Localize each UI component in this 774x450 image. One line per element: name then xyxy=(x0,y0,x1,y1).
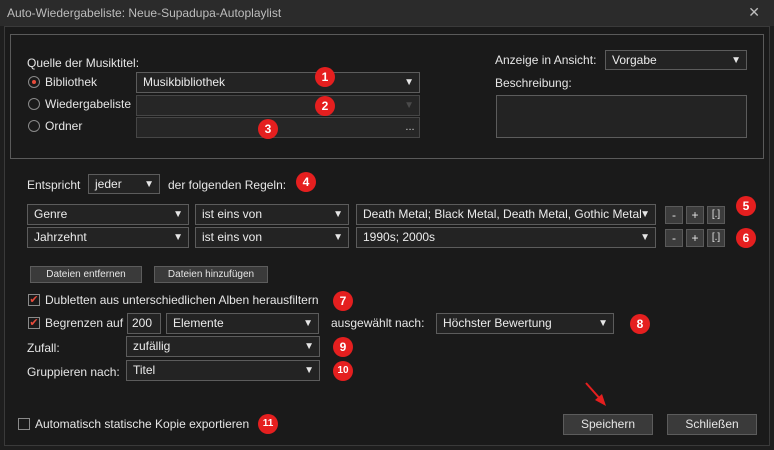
rule-operator-select[interactable]: ist eins von ▼ xyxy=(195,204,349,225)
remove-files-button[interactable]: Dateien entfernen xyxy=(30,266,142,283)
group-by-select[interactable]: Titel ▼ xyxy=(126,360,320,381)
chevron-down-icon: ▼ xyxy=(304,341,314,352)
limit-count-value: 200 xyxy=(132,316,153,330)
library-select[interactable]: Musikbibliothek ▼ xyxy=(136,72,420,93)
remove-rule-button[interactable]: - xyxy=(665,206,683,224)
description-textarea[interactable] xyxy=(496,95,747,138)
radio-playlist-label: Wiedergabeliste xyxy=(45,97,132,111)
radio-library[interactable] xyxy=(28,76,40,88)
annotation-arrow-icon xyxy=(585,382,606,406)
match-prefix: Entspricht xyxy=(27,178,81,192)
random-label: Zufall: xyxy=(27,341,60,355)
add-rule-button[interactable]: + xyxy=(686,206,704,224)
chevron-down-icon: ▼ xyxy=(731,55,741,66)
annotation-badge: 11 xyxy=(258,414,278,434)
add-rule-button[interactable]: + xyxy=(686,229,704,247)
chevron-down-icon: ▼ xyxy=(404,100,414,111)
rule-value-select[interactable]: Death Metal; Black Metal, Death Metal, G… xyxy=(356,204,656,225)
chevron-down-icon: ▼ xyxy=(304,365,314,376)
browse-folder-button[interactable]: ... xyxy=(403,118,417,137)
rule-operator-value: ist eins von xyxy=(202,230,263,244)
selected-by-select[interactable]: Höchster Bewertung ▼ xyxy=(436,313,614,334)
annotation-badge: 1 xyxy=(315,67,335,87)
annotation-badge: 6 xyxy=(736,228,756,248)
limit-label: Begrenzen auf xyxy=(45,316,124,330)
random-select[interactable]: zufällig ▼ xyxy=(126,336,320,357)
chevron-down-icon: ▼ xyxy=(173,209,183,220)
group-by-value: Titel xyxy=(133,363,156,377)
annotation-badge: 3 xyxy=(258,119,278,139)
rule-value-value: Death Metal; Black Metal, Death Metal, G… xyxy=(363,207,642,221)
rule-operator-select[interactable]: ist eins von ▼ xyxy=(195,227,349,248)
close-button[interactable]: Schließen xyxy=(667,414,757,435)
radio-folder-label: Ordner xyxy=(45,119,83,133)
chevron-down-icon: ▼ xyxy=(598,318,608,329)
window-titlebar: Auto-Wiedergabeliste: Neue-Supadupa-Auto… xyxy=(0,0,774,26)
chevron-down-icon: ▼ xyxy=(640,209,650,220)
folder-input[interactable]: ... xyxy=(136,117,420,138)
remove-rule-button[interactable]: - xyxy=(665,229,683,247)
view-select-value: Vorgabe xyxy=(612,53,657,67)
chevron-down-icon: ▼ xyxy=(144,179,154,190)
rule-field-value: Genre xyxy=(34,207,68,221)
chevron-down-icon: ▼ xyxy=(333,209,343,220)
limit-unit-select[interactable]: Elemente ▼ xyxy=(166,313,319,334)
limit-unit-value: Elemente xyxy=(173,316,224,330)
duplicates-label: Dubletten aus unterschiedlichen Alben he… xyxy=(45,293,319,307)
limit-count-input[interactable]: 200 xyxy=(127,313,161,334)
playlist-select[interactable]: ▼ xyxy=(136,95,420,116)
annotation-badge: 5 xyxy=(736,196,756,216)
group-rule-button[interactable]: [.] xyxy=(707,206,725,224)
radio-folder[interactable] xyxy=(28,120,40,132)
rule-value-select[interactable]: 1990s; 2000s ▼ xyxy=(356,227,656,248)
rule-field-value: Jahrzehnt xyxy=(34,230,87,244)
annotation-badge: 7 xyxy=(333,291,353,311)
annotation-badge: 4 xyxy=(296,172,316,192)
view-label: Anzeige in Ansicht: xyxy=(495,53,597,67)
match-select-value: jeder xyxy=(95,177,122,191)
library-select-value: Musikbibliothek xyxy=(143,75,226,89)
selected-by-value: Höchster Bewertung xyxy=(443,316,552,330)
close-window-icon[interactable]: ✕ xyxy=(748,4,760,21)
limit-checkbox[interactable]: ✔ xyxy=(28,317,40,329)
chevron-down-icon: ▼ xyxy=(303,318,313,329)
description-label: Beschreibung: xyxy=(495,76,572,90)
rule-field-select[interactable]: Jahrzehnt ▼ xyxy=(27,227,189,248)
rule-operator-value: ist eins von xyxy=(202,207,263,221)
radio-playlist[interactable] xyxy=(28,98,40,110)
save-button[interactable]: Speichern xyxy=(563,414,653,435)
annotation-badge: 10 xyxy=(333,361,353,381)
view-select[interactable]: Vorgabe ▼ xyxy=(605,50,747,70)
group-by-label: Gruppieren nach: xyxy=(27,365,120,379)
chevron-down-icon: ▼ xyxy=(404,77,414,88)
selected-by-label: ausgewählt nach: xyxy=(331,316,425,330)
annotation-badge: 2 xyxy=(315,96,335,116)
export-label: Automatisch statische Kopie exportieren xyxy=(35,417,250,431)
chevron-down-icon: ▼ xyxy=(640,232,650,243)
duplicates-checkbox[interactable]: ✔ xyxy=(28,294,40,306)
add-files-button[interactable]: Dateien hinzufügen xyxy=(154,266,268,283)
annotation-badge: 9 xyxy=(333,337,353,357)
annotation-badge: 8 xyxy=(630,314,650,334)
rule-value-value: 1990s; 2000s xyxy=(363,230,436,244)
random-value: zufällig xyxy=(133,339,171,353)
chevron-down-icon: ▼ xyxy=(333,232,343,243)
rule-field-select[interactable]: Genre ▼ xyxy=(27,204,189,225)
window-title: Auto-Wiedergabeliste: Neue-Supadupa-Auto… xyxy=(7,6,282,20)
radio-library-label: Bibliothek xyxy=(45,75,98,89)
chevron-down-icon: ▼ xyxy=(173,232,183,243)
match-suffix: der folgenden Regeln: xyxy=(168,178,287,192)
group-rule-button[interactable]: [.] xyxy=(707,229,725,247)
match-select[interactable]: jeder ▼ xyxy=(88,174,160,194)
export-checkbox[interactable] xyxy=(18,418,30,430)
source-heading: Quelle der Musiktitel: xyxy=(27,56,140,70)
